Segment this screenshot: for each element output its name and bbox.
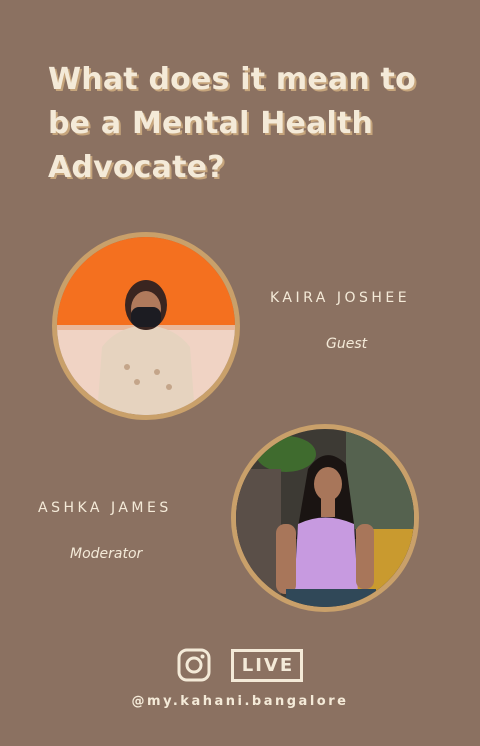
page-title: What does it mean to be a Mental Health …	[48, 62, 416, 185]
moderator-photo-illustration	[236, 429, 414, 607]
footer-icons: LIVE	[0, 648, 480, 682]
instagram-handle[interactable]: @my.kahani.bangalore	[0, 694, 480, 709]
moderator-name: ASHKA JAMES	[38, 500, 172, 516]
guest-photo	[52, 232, 240, 420]
guest-photo-illustration	[57, 237, 235, 415]
guest-name: KAIRA JOSHEE	[270, 290, 411, 306]
guest-role: Guest	[326, 336, 368, 352]
moderator-photo	[231, 424, 419, 612]
instagram-icon[interactable]	[177, 648, 211, 682]
moderator-role: Moderator	[70, 546, 143, 562]
live-badge: LIVE	[230, 648, 304, 682]
